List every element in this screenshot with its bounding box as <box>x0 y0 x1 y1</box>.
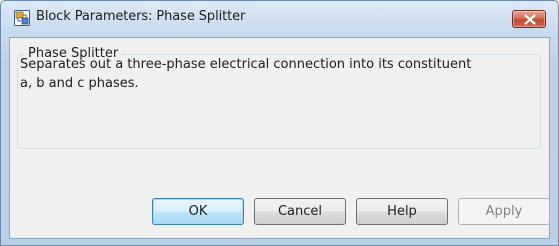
window-title: Block Parameters: Phase Splitter <box>36 9 246 24</box>
simulink-block-icon <box>14 10 30 26</box>
block-description: Separates out a three-phase electrical c… <box>20 55 535 93</box>
description-line: Separates out a three-phase electrical c… <box>20 57 472 72</box>
description-line: a, b and c phases. <box>20 76 139 91</box>
cancel-button[interactable]: Cancel <box>254 198 346 225</box>
ok-button[interactable]: OK <box>152 198 244 225</box>
apply-button[interactable]: Apply <box>458 198 550 225</box>
title-bar[interactable]: Block Parameters: Phase Splitter <box>1 1 558 37</box>
dialog-window: Block Parameters: Phase Splitter Phase S… <box>0 0 559 246</box>
help-button[interactable]: Help <box>356 198 448 225</box>
close-button[interactable] <box>512 10 546 28</box>
close-icon <box>524 14 536 25</box>
